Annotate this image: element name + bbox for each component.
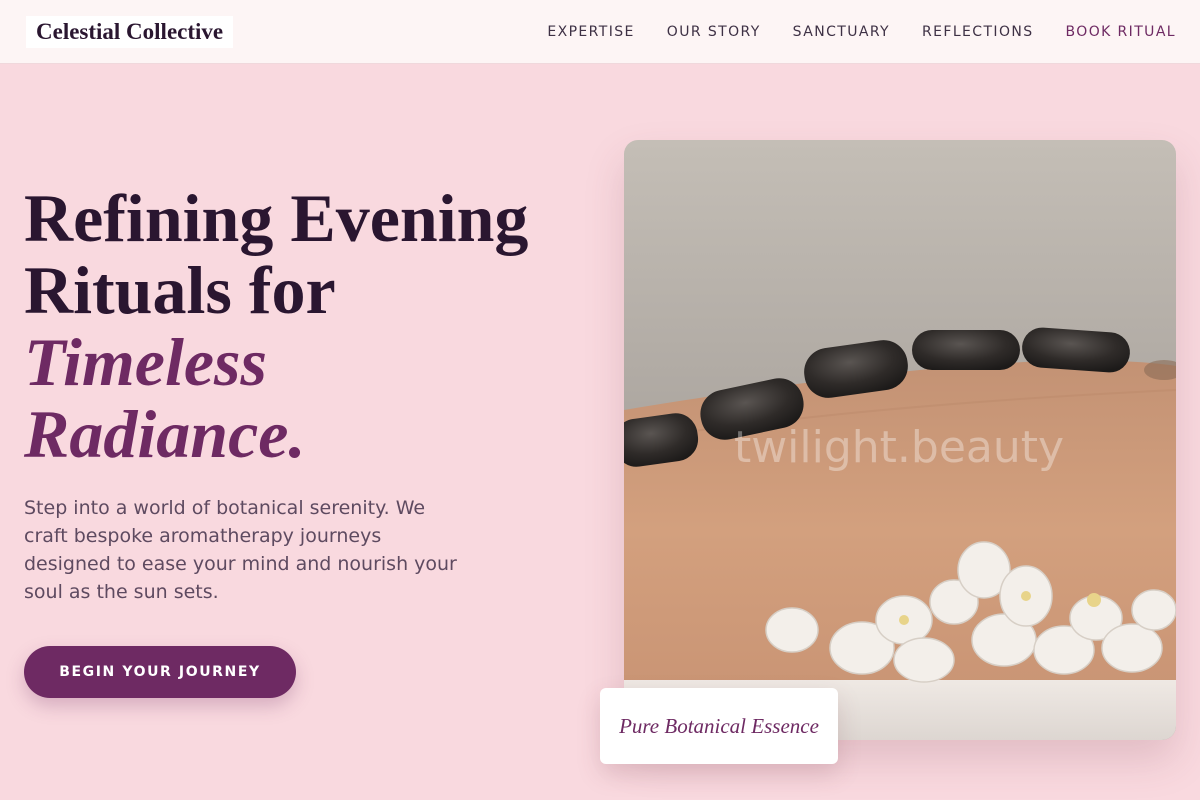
nav-link-sanctuary[interactable]: SANCTUARY: [793, 22, 890, 42]
nav-link-reflections[interactable]: REFLECTIONS: [922, 22, 1034, 42]
hero-heading-accent-line2: Radiance.: [24, 398, 584, 470]
hero-description: Step into a world of botanical serenity.…: [24, 497, 457, 603]
top-navigation-bar: Celestial Collective EXPERTISE OUR STORY…: [0, 0, 1200, 64]
photo-caption: Pure Botanical Essence: [619, 713, 819, 738]
main-nav: EXPERTISE OUR STORY SANCTUARY REFLECTION…: [547, 22, 1176, 42]
begin-journey-button[interactable]: BEGIN YOUR JOURNEY: [24, 646, 296, 698]
photo-watermark: twilight.beauty: [734, 422, 1064, 473]
photo-caption-card: Pure Botanical Essence: [600, 688, 838, 764]
nav-link-expertise[interactable]: EXPERTISE: [547, 22, 634, 42]
hero-heading-accent-word: Radiance: [24, 396, 289, 472]
hero-heading-accent-line1: Timeless: [24, 324, 267, 400]
hero-heading-line1: Refining Evening: [24, 180, 529, 256]
hero-heading: Refining Evening Rituals for Timeless Ra…: [24, 182, 584, 470]
hot-stone-massage-image: twilight.beauty: [624, 140, 1176, 740]
brand-logo[interactable]: Celestial Collective: [26, 16, 234, 48]
hero-heading-line2: Rituals for: [24, 252, 336, 328]
nav-link-book-ritual[interactable]: BOOK RITUAL: [1066, 22, 1176, 42]
hero-photo: twilight.beauty: [624, 140, 1176, 740]
hero-heading-period: .: [288, 396, 306, 472]
nav-link-our-story[interactable]: OUR STORY: [667, 22, 761, 42]
